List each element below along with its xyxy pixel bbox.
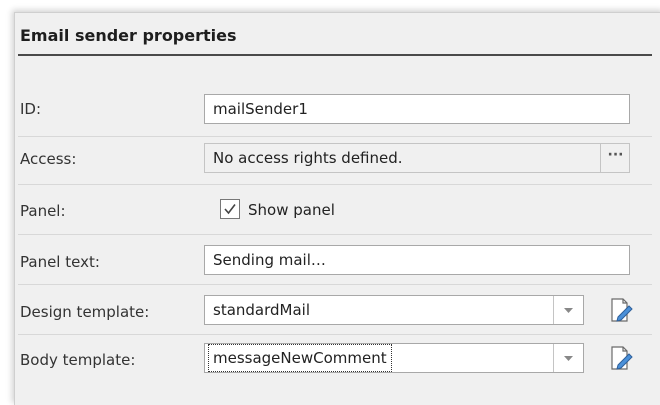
panel-text-input[interactable]: Sending mail… xyxy=(204,245,630,275)
design-template-select[interactable]: standardMail xyxy=(204,295,584,325)
show-panel-label[interactable]: Show panel xyxy=(248,201,335,219)
row-divider xyxy=(18,334,652,335)
body-template-select[interactable]: messageNewComment xyxy=(204,343,584,373)
body-template-label: Body template: xyxy=(20,351,136,369)
chevron-down-icon[interactable] xyxy=(553,296,583,324)
row-divider xyxy=(18,184,652,185)
panel-text-label: Panel text: xyxy=(20,253,100,271)
row-divider xyxy=(18,284,652,285)
body-template-value: messageNewComment xyxy=(208,344,392,372)
checkmark-icon xyxy=(224,204,236,215)
design-template-value: standardMail xyxy=(213,301,311,319)
show-panel-checkbox[interactable] xyxy=(220,199,240,219)
id-input[interactable]: mailSender1 xyxy=(204,94,630,124)
edit-template-icon[interactable] xyxy=(608,345,634,371)
row-divider xyxy=(18,234,652,235)
id-label: ID: xyxy=(20,100,42,118)
design-template-label: Design template: xyxy=(20,303,150,321)
edit-template-icon[interactable] xyxy=(608,297,634,323)
chevron-down-icon[interactable] xyxy=(553,344,583,372)
access-label: Access: xyxy=(20,150,77,168)
row-divider xyxy=(18,136,652,137)
section-divider xyxy=(18,54,652,56)
access-browse-button[interactable]: ··· xyxy=(600,143,630,173)
section-title: Email sender properties xyxy=(20,26,237,45)
access-field: No access rights defined. xyxy=(204,143,630,173)
panel-label: Panel: xyxy=(20,202,66,220)
